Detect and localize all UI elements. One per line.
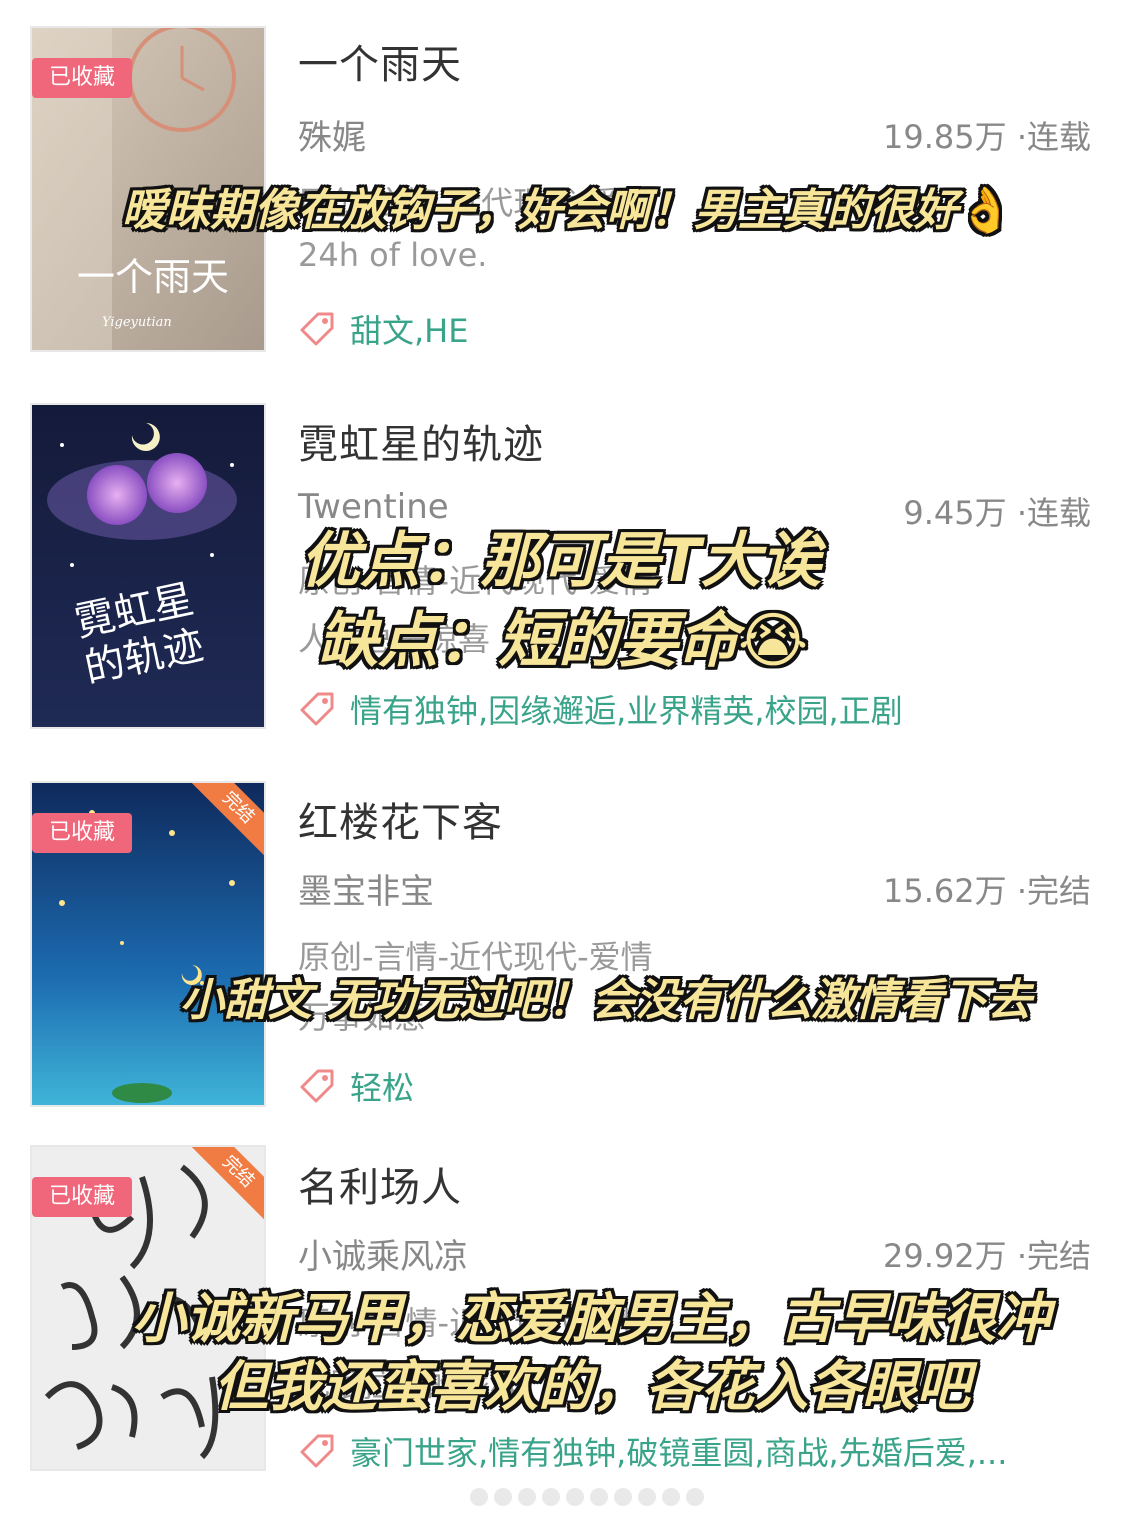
tag-icon xyxy=(300,692,334,726)
tag-icon xyxy=(300,1069,334,1103)
book-tags: 甜文,HE xyxy=(298,306,468,352)
tags-text: 甜文,HE xyxy=(350,312,469,350)
collected-badge: 已收藏 xyxy=(32,1177,132,1217)
book-title[interactable]: 名利场人 xyxy=(298,1155,462,1213)
crying-emoji: 😭 xyxy=(738,606,809,676)
tags-text: 轻松 xyxy=(350,1069,415,1107)
book-description: 24h of love. xyxy=(298,236,488,274)
book-title[interactable]: 红楼花下客 xyxy=(298,790,503,848)
review-caption-3: 小甜文 无功无过吧！会没有什么激情看下去 xyxy=(180,975,1032,1026)
review-caption-4b: 但我还蛮喜欢的，各花入各眼吧 xyxy=(214,1355,970,1418)
tags-text: 豪门世家,情有独钟,破镜重圆,商战,先婚后爱,... xyxy=(350,1434,1008,1472)
book-stats: 29.92万 ·完结 xyxy=(883,1237,1091,1275)
book-stats: 9.45万 ·连载 xyxy=(903,494,1091,532)
review-caption-1: 暧昧期像在放钩子，好会啊！男主真的很好👌 xyxy=(122,174,1013,238)
review-caption-2a: 优点：那可是T大诶 xyxy=(300,526,821,596)
tags-text: 情有独钟,因缘邂逅,业界精英,校园,正剧 xyxy=(350,692,903,730)
tag-icon xyxy=(300,1434,334,1468)
book-author[interactable]: 墨宝非宝 xyxy=(298,864,434,913)
book-tags: 情有独钟,因缘邂逅,业界精英,校园,正剧 xyxy=(298,686,903,732)
ok-hand-emoji: 👌 xyxy=(958,185,1013,236)
tag-icon xyxy=(300,312,334,346)
collected-badge: 已收藏 xyxy=(32,58,132,98)
book-tags: 豪门世家,情有独钟,破镜重圆,商战,先婚后爱,... xyxy=(298,1428,1007,1474)
collected-badge: 已收藏 xyxy=(32,813,132,853)
caption-text: 暧昧期像在放钩子，好会啊！男主真的很好 xyxy=(122,185,958,236)
watermark-dots xyxy=(470,1488,704,1506)
book-stats: 15.62万 ·完结 xyxy=(883,872,1091,910)
svg-text:一个雨天: 一个雨天 xyxy=(77,255,229,299)
book-tags: 轻松 xyxy=(298,1063,414,1109)
book-author[interactable]: 殊娓 xyxy=(298,110,366,159)
book-cover[interactable]: 已收藏 完结 xyxy=(32,783,264,1105)
book-author[interactable]: 小诚乘风凉 xyxy=(298,1229,468,1278)
book-title[interactable]: 一个雨天 xyxy=(298,32,462,90)
cover-art-neon-star: 霓虹星 的轨迹 xyxy=(32,405,264,727)
svg-text:Yigeyutian: Yigeyutian xyxy=(102,315,172,330)
caption-text: 缺点：短的要命 xyxy=(318,606,738,676)
book-cover[interactable]: 霓虹星 的轨迹 xyxy=(32,405,264,727)
review-caption-2b: 缺点：短的要命😭 xyxy=(318,592,808,679)
book-stats: 19.85万 ·连载 xyxy=(883,118,1091,156)
book-title[interactable]: 霓虹星的轨迹 xyxy=(298,412,544,470)
